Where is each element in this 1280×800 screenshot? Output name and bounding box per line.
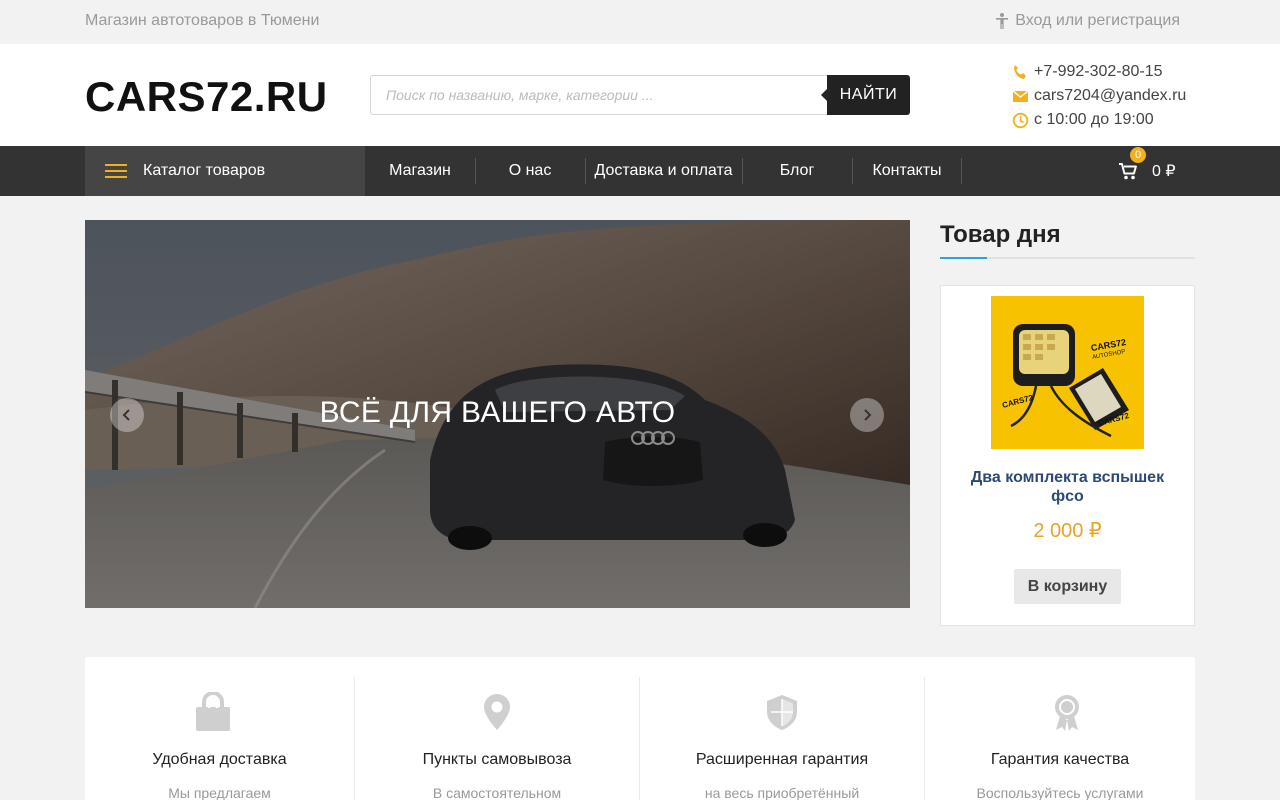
product-image[interactable]: CARS72 AUTOSHOP CARS72 CARS72 [991, 296, 1144, 449]
phone-row[interactable]: +7-992-302-80-15 [1012, 60, 1186, 84]
chevron-right-icon [864, 409, 872, 421]
nav-item-shop[interactable]: Магазин [365, 158, 475, 184]
slider-next-button[interactable] [850, 398, 884, 432]
nav-item-blog[interactable]: Блог [742, 158, 852, 184]
nav-menu: Магазин О нас Доставка и оплата Блог Кон… [365, 146, 962, 196]
nav-item-contacts[interactable]: Контакты [852, 158, 962, 184]
feature-title: Гарантия качества [990, 751, 1130, 768]
feature-text: В самостоятельном [432, 785, 562, 800]
search-input[interactable] [370, 75, 827, 115]
shield-icon [767, 695, 797, 730]
cart-icon-wrap: 0 [1118, 147, 1146, 181]
header: CARS72.RU НАЙТИ +7-992-302-80-15 cars720… [0, 44, 1280, 146]
feature-delivery: Удобная доставка Мы предлагаем [85, 657, 354, 800]
product-of-day-card: CARS72 AUTOSHOP CARS72 CARS72 Два компле… [940, 285, 1195, 626]
hours-row: с 10:00 до 19:00 [1012, 108, 1186, 132]
search-button[interactable]: НАЙТИ [821, 75, 910, 115]
top-bar: Магазин автотоваров в Тюмени Вход или ре… [0, 0, 1280, 44]
person-icon [996, 13, 1009, 29]
working-hours: с 10:00 до 19:00 [1034, 111, 1154, 128]
login-label: Вход или регистрация [1015, 12, 1180, 29]
login-link[interactable]: Вход или регистрация [995, 12, 1180, 30]
cart-total: 0 ₽ [1152, 163, 1176, 180]
location-pin-icon [484, 694, 510, 730]
features-section: Удобная доставка Мы предлагаем Пункты са… [85, 657, 1195, 800]
contacts-block: +7-992-302-80-15 cars7204@yandex.ru с 10… [1012, 60, 1186, 132]
feature-title: Расширенная гарантия [695, 751, 869, 768]
product-name-link[interactable]: Два комплекта вспышек фсо [956, 468, 1179, 506]
envelope-icon [1012, 89, 1029, 102]
nav-item-about[interactable]: О нас [475, 158, 585, 184]
award-icon [1055, 695, 1079, 731]
email-address: cars7204@yandex.ru [1034, 87, 1187, 104]
nav-item-delivery[interactable]: Доставка и оплата [585, 158, 742, 184]
cart-count-badge: 0 [1130, 147, 1146, 163]
search-form: НАЙТИ [370, 75, 910, 115]
chevron-left-icon [122, 409, 130, 421]
feature-title: Пункты самовывоза [422, 751, 572, 768]
clock-icon [1012, 112, 1029, 128]
heading-underline [940, 257, 1195, 259]
catalog-button[interactable]: Каталог товаров [85, 146, 365, 196]
feature-warranty: Расширенная гарантия на весь приобретённ… [640, 657, 924, 800]
feature-text: Воспользуйтесь услугами [976, 785, 1144, 800]
hero-slider[interactable]: ВСЁ ДЛЯ ВАШЕГО АВТО [85, 220, 910, 608]
add-to-cart-button[interactable]: В корзину [1014, 569, 1121, 604]
catalog-label: Каталог товаров [143, 162, 266, 179]
product-price: 2 000 ₽ [1033, 520, 1102, 542]
cart-icon [1119, 163, 1137, 180]
cart-button[interactable]: 0 0 ₽ [1118, 146, 1176, 196]
email-row[interactable]: cars7204@yandex.ru [1012, 84, 1186, 108]
feature-pickup: Пункты самовывоза В самостоятельном [355, 657, 639, 800]
product-of-day-heading: Товар дня [940, 221, 1061, 248]
hero-caption: ВСЁ ДЛЯ ВАШЕГО АВТО [319, 396, 676, 429]
feature-text: Мы предлагаем [168, 785, 271, 800]
phone-number: +7-992-302-80-15 [1034, 63, 1163, 80]
bag-icon [196, 692, 230, 731]
feature-text: на весь приобретённый [704, 785, 860, 800]
main-nav: Каталог товаров Магазин О нас Доставка и… [0, 146, 1280, 196]
phone-icon [1014, 64, 1026, 79]
store-tagline: Магазин автотоваров в Тюмени [85, 12, 320, 29]
slider-prev-button[interactable] [110, 398, 144, 432]
feature-quality: Гарантия качества Воспользуйтесь услугам… [925, 657, 1195, 800]
hamburger-icon [105, 164, 127, 178]
feature-title: Удобная доставка [152, 751, 287, 768]
site-logo[interactable]: CARS72.RU [85, 76, 328, 118]
